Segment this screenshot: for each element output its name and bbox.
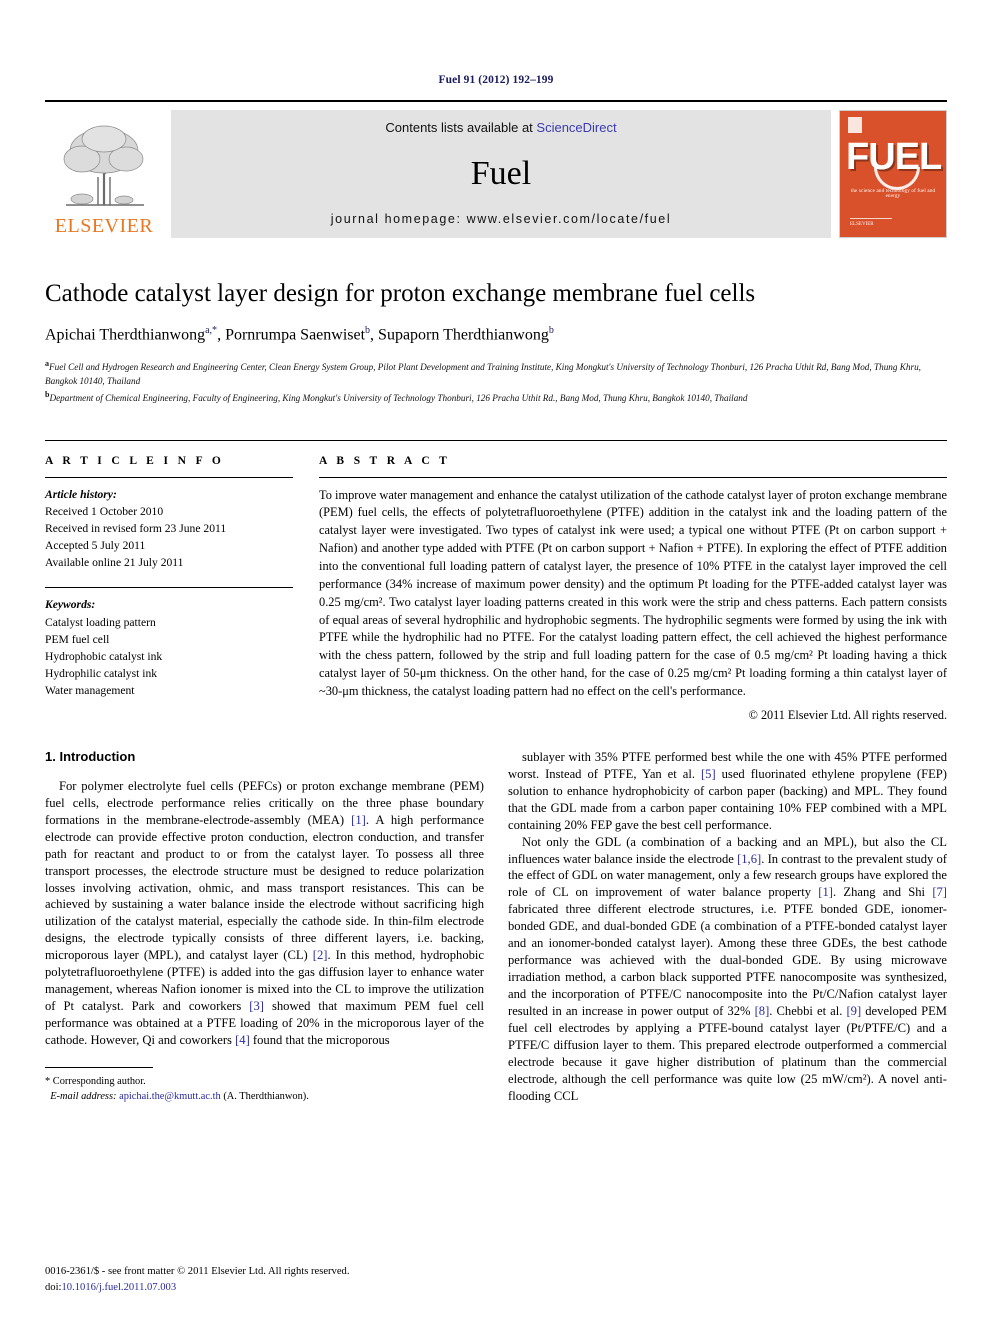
cover-elsevier-mark-icon	[848, 117, 862, 133]
citation-link[interactable]: [7]	[932, 885, 947, 899]
issn-copyright-line: 0016-2361/$ - see front matter © 2011 El…	[45, 1266, 350, 1278]
citation-link[interactable]: [5]	[701, 767, 716, 781]
journal-cover-thumbnail: FUEL the science and technology of fuel …	[839, 110, 947, 238]
author-list: Apichai Therdthianwonga,*, Pornrumpa Sae…	[45, 324, 554, 344]
citation-link[interactable]: [1]	[351, 813, 366, 827]
author-mark: b	[548, 324, 554, 336]
elsevier-wordmark: ELSEVIER	[54, 215, 154, 237]
body-column-left: 1. Introduction For polymer electrolyte …	[45, 749, 484, 1105]
masthead-center-panel: Contents lists available at ScienceDirec…	[171, 110, 831, 238]
journal-title: Fuel	[470, 154, 532, 192]
paragraph: For polymer electrolyte fuel cells (PEFC…	[45, 778, 485, 1047]
abstract-column: A B S T R A C T To improve water managem…	[319, 441, 947, 723]
elsevier-tree-icon	[63, 125, 144, 206]
cover-footer: ELSEVIER	[850, 218, 892, 227]
footnote-area: * Corresponding author. E-mail address: …	[45, 1066, 484, 1104]
email-link[interactable]: apichai.the@kmutt.ac.th	[119, 1091, 221, 1102]
footnote-rule	[45, 1066, 153, 1068]
paragraph: sublayer with 35% PTFE performed best wh…	[508, 749, 947, 832]
citation-link[interactable]: [1]	[818, 885, 833, 899]
page-footer: 0016-2361/$ - see front matter © 2011 El…	[45, 1264, 350, 1295]
page-title: Cathode catalyst layer design for proton…	[45, 280, 756, 307]
author-name: Apichai Therdthianwong	[45, 326, 206, 344]
sciencedirect-link[interactable]: ScienceDirect	[536, 120, 616, 135]
doi-link[interactable]: 10.1016/j.fuel.2011.07.003	[61, 1282, 176, 1293]
article-history-item: Accepted 5 July 2011	[45, 539, 146, 553]
citation-link[interactable]: [2]	[313, 948, 328, 962]
paragraph: Not only the GDL (a combination of a bac…	[508, 834, 947, 1103]
article-history-item: Received 1 October 2010	[45, 504, 164, 518]
elsevier-logo: ELSEVIER	[45, 110, 163, 238]
info-abstract-region: A R T I C L E I N F O Article history: R…	[45, 439, 947, 723]
affiliation-list: aFuel Cell and Hydrogen Research and Eng…	[45, 358, 947, 406]
doi-label: doi:	[45, 1281, 62, 1293]
contents-available-line: Contents lists available at ScienceDirec…	[385, 120, 616, 135]
keyword-item: Hydrophobic catalyst ink	[45, 649, 163, 663]
cover-footer-text: ELSEVIER	[850, 222, 874, 227]
citation-link[interactable]: [9]	[846, 1004, 861, 1018]
article-info-heading: A R T I C L E I N F O	[45, 454, 225, 467]
article-history-item: Received in revised form 23 June 2011	[45, 521, 227, 535]
journal-homepage-link[interactable]: journal homepage: www.elsevier.com/locat…	[331, 212, 671, 226]
cover-arc-decoration	[874, 167, 920, 190]
keywords-label: Keywords:	[45, 598, 96, 612]
affiliation-text: Fuel Cell and Hydrogen Research and Engi…	[45, 362, 921, 386]
article-history-item: Available online 21 July 2011	[45, 556, 184, 570]
email-note: E-mail address: apichai.the@kmutt.ac.th …	[45, 1089, 484, 1104]
cover-footer-rule	[850, 218, 892, 219]
article-body: 1. Introduction For polymer electrolyte …	[45, 749, 947, 1105]
contents-prefix: Contents lists available at	[385, 120, 537, 135]
copyright-line: © 2011 Elsevier Ltd. All rights reserved…	[748, 707, 947, 722]
affiliation-item: bDepartment of Chemical Engineering, Fac…	[45, 389, 947, 406]
citation-link[interactable]: [3]	[249, 999, 264, 1013]
corresponding-author-note: * Corresponding author.	[45, 1075, 146, 1087]
affiliation-text: Department of Chemical Engineering, Facu…	[49, 392, 748, 403]
abstract-heading: A B S T R A C T	[319, 454, 451, 467]
article-info-column: A R T I C L E I N F O Article history: R…	[45, 441, 293, 723]
keywords-block: Keywords: Catalyst loading pattern PEM f…	[45, 588, 293, 699]
abstract-text: To improve water management and enhance …	[319, 487, 947, 699]
author-name: Supaporn Therdthianwong	[378, 326, 549, 344]
citation-link[interactable]: [4]	[235, 1033, 250, 1047]
affiliation-item: aFuel Cell and Hydrogen Research and Eng…	[45, 358, 947, 389]
running-head: Fuel 91 (2012) 192–199	[438, 74, 554, 86]
author-name: Pornrumpa Saenwiset	[225, 326, 366, 344]
keyword-item: Hydrophilic catalyst ink	[45, 667, 158, 680]
article-history-block: Article history: Received 1 October 2010…	[45, 478, 293, 572]
body-column-right: sublayer with 35% PTFE performed best wh…	[508, 749, 947, 1105]
cover-subtitle: the science and technology of fuel and e…	[850, 189, 936, 199]
article-history-label: Article history:	[45, 487, 117, 501]
email-label: E-mail address:	[50, 1090, 117, 1102]
keyword-item: Catalyst loading pattern	[45, 615, 156, 629]
citation-link[interactable]: [8]	[755, 1004, 770, 1018]
section-heading-introduction: 1. Introduction	[45, 748, 136, 764]
journal-masthead: ELSEVIER Contents lists available at Sci…	[45, 100, 947, 238]
author-mark: b	[365, 324, 371, 336]
doi-line: doi:10.1016/j.fuel.2011.07.003	[45, 1280, 350, 1295]
citation-link[interactable]: [1,6]	[737, 852, 761, 866]
author-mark: a,*	[205, 324, 218, 336]
keyword-item: PEM fuel cell	[45, 632, 110, 646]
title-block: Cathode catalyst layer design for proton…	[45, 280, 947, 406]
email-owner: (A. Therdthianwon).	[223, 1090, 309, 1102]
paper-page: Fuel 91 (2012) 192–199 ELSEVIER Contents…	[0, 0, 992, 1323]
keyword-item: Water management	[45, 684, 135, 698]
